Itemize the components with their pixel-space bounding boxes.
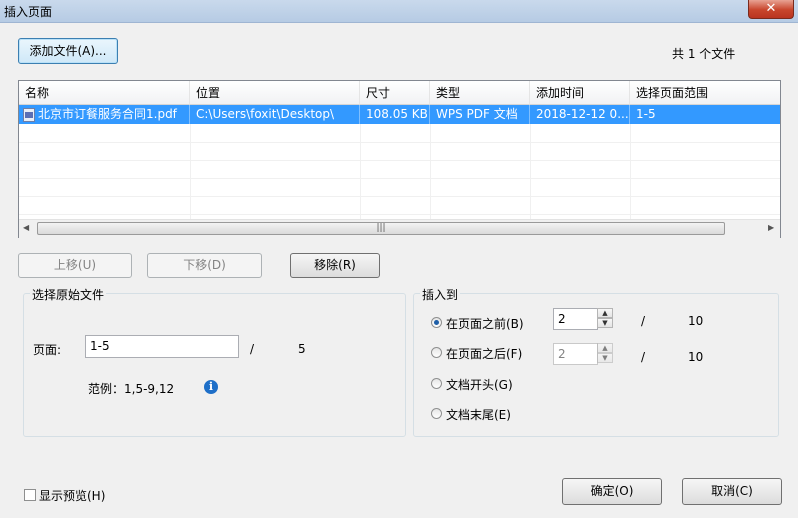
spin-up-icon[interactable]: ▲ — [597, 343, 613, 353]
range-example: 范例：1,5-9,12 — [88, 382, 175, 396]
column-header-location[interactable]: 位置 — [190, 81, 360, 105]
file-table[interactable]: 名称 位置 尺寸 类型 添加时间 选择页面范围 北京市订餐服务合同1.pdf C… — [18, 80, 781, 238]
close-button[interactable]: ✕ — [748, 0, 794, 19]
column-header-size[interactable]: 尺寸 — [360, 81, 430, 105]
insert-start-radio[interactable] — [431, 378, 442, 389]
scrollbar-thumb[interactable]: ||| — [37, 222, 725, 235]
scroll-left-icon[interactable]: ◀ — [23, 223, 29, 232]
insert-before-radio[interactable] — [431, 317, 442, 328]
file-count: 共 1 个文件 — [672, 47, 736, 61]
pages-input[interactable]: 1-5 — [85, 335, 239, 358]
file-added-time: 2018-12-12 0... — [530, 105, 630, 124]
remove-button[interactable]: 移除(R) — [290, 253, 380, 278]
scroll-right-icon[interactable]: ▶ — [768, 223, 774, 232]
file-size: 108.05 KB — [360, 105, 430, 124]
before-page-input[interactable]: 2 — [553, 308, 598, 330]
window-title: 插入页面 — [4, 5, 53, 19]
table-row[interactable]: 北京市订餐服务合同1.pdf C:\Users\foxit\Desktop\ 1… — [19, 105, 780, 124]
insert-end-radio[interactable] — [431, 408, 442, 419]
pages-label: 页面: — [33, 343, 62, 357]
title-bar — [0, 0, 798, 23]
info-icon: i — [204, 380, 218, 394]
pages-slash: / — [250, 342, 255, 356]
column-header-page-range[interactable]: 选择页面范围 — [630, 81, 780, 105]
column-header-type[interactable]: 类型 — [430, 81, 530, 105]
horizontal-scrollbar[interactable]: ◀ ||| ▶ — [19, 219, 780, 238]
before-page-spinner[interactable]: ▲ ▼ — [597, 308, 613, 330]
after-page-spinner[interactable]: ▲ ▼ — [597, 343, 613, 365]
file-page-range[interactable]: 1-5 — [630, 105, 780, 124]
insert-total-pages-1: 10 — [688, 314, 704, 328]
show-preview-checkbox[interactable] — [24, 489, 36, 501]
insert-start-label[interactable]: 文档开头(G) — [446, 376, 513, 393]
column-header-name[interactable]: 名称 — [19, 81, 190, 105]
pdf-file-icon — [23, 107, 35, 122]
column-header-added-time[interactable]: 添加时间 — [530, 81, 630, 105]
source-file-group — [23, 293, 406, 437]
file-location: C:\Users\foxit\Desktop\ — [190, 105, 360, 124]
show-preview-label[interactable]: 显示预览(H) — [39, 487, 105, 504]
move-up-button[interactable]: 上移(U) — [18, 253, 132, 278]
file-type: WPS PDF 文档 — [430, 105, 530, 124]
insert-slash-1: / — [641, 314, 646, 328]
cancel-button[interactable]: 取消(C) — [682, 478, 782, 505]
insert-after-radio[interactable] — [431, 347, 442, 358]
insert-before-label[interactable]: 在页面之前(B) — [446, 315, 524, 332]
after-page-input[interactable]: 2 — [553, 343, 598, 365]
insert-slash-2: / — [641, 350, 646, 364]
insert-end-label[interactable]: 文档末尾(E) — [446, 406, 511, 423]
source-group-title: 选择原始文件 — [30, 286, 107, 303]
ok-button[interactable]: 确定(O) — [562, 478, 662, 505]
spin-down-icon[interactable]: ▼ — [597, 353, 613, 363]
spin-up-icon[interactable]: ▲ — [597, 308, 613, 318]
insert-group-title: 插入到 — [420, 286, 461, 303]
insert-after-label[interactable]: 在页面之后(F) — [446, 345, 522, 362]
move-down-button[interactable]: 下移(D) — [147, 253, 262, 278]
insert-total-pages-2: 10 — [688, 350, 704, 364]
source-total-pages: 5 — [298, 342, 306, 356]
file-name: 北京市订餐服务合同1.pdf — [38, 107, 177, 121]
spin-down-icon[interactable]: ▼ — [597, 318, 613, 328]
add-file-button[interactable]: 添加文件(A)... — [18, 38, 118, 64]
